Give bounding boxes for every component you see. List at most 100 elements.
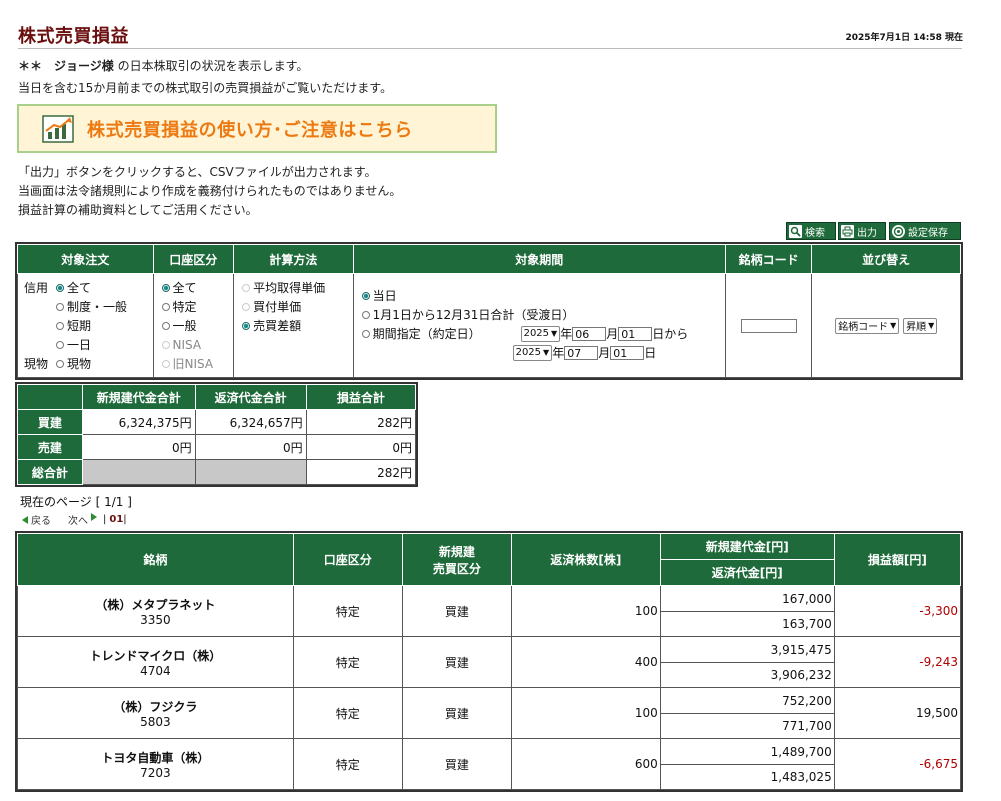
calc-option-avg: 平均取得単価 [242,278,352,297]
to-year-select[interactable]: 2025 ▼ [512,344,553,361]
calc-option-diff[interactable]: 売買差額 [242,316,352,335]
usage-guide-link[interactable]: 株式売買損益の使い方･ご注意はこちら [87,116,413,142]
col-header-type-line1: 新規建 [438,544,475,559]
page-link-01[interactable]: 01 [109,514,123,525]
period-option-today[interactable]: 当日 [361,286,725,305]
save-settings-button[interactable]: 設定保存 [889,222,961,240]
period-option-range[interactable]: 期間指定（約定日） 2025 ▼ 年 06 月 01 日から [361,324,725,343]
stock-code-input[interactable] [740,318,797,333]
calc-filter-cell: 平均取得単価 買付単価 売買差額 [233,273,354,378]
next-page-link[interactable]: 次へ [68,512,88,527]
period-option-year[interactable]: 1月1日から12月31日合計（受渡日） [361,305,725,324]
prev-arrow-icon [22,515,28,524]
col-header-repay-amount: 返済代金[円] [659,559,835,586]
stock-name: トレンドマイクロ（株） [89,648,222,663]
sort-field-select[interactable]: 銘柄コード ▼ [835,317,900,334]
from-day-input[interactable]: 01 [618,326,653,341]
radio-icon[interactable] [361,329,370,338]
stock-name-cell: （株）メタプラネット 3350 [17,585,294,637]
account-option-tokutei[interactable]: 特定 [161,297,234,316]
shinyo-label: 信用 [24,281,49,295]
order-option-genbutsu-label: 現物 [67,357,92,371]
order-option-genbutsu[interactable]: 現物 現物 [24,354,153,373]
new-amount-cell: 3,915,475 [659,636,835,663]
sort-filter-cell: 銘柄コード ▼ 昇順 ▼ [811,273,961,378]
note-line-1: 「出力」ボタンをクリックすると、CSVファイルが出力されます。 [18,165,377,179]
intro-user-text: の日本株取引の状況を表示します。 [117,59,309,73]
qty-cell: 600 [510,738,661,790]
order-option-seido-label: 制度・一般 [67,300,128,314]
radio-icon[interactable] [56,302,64,311]
radio-icon[interactable] [361,310,370,319]
filter-header-period: 対象期間 [352,244,726,274]
from-year-value: 2025 [523,328,550,339]
printer-icon [841,224,854,238]
chevron-down-icon: ▼ [928,321,935,330]
filter-header-sort: 並び替え [811,244,961,274]
account-cell: 特定 [292,687,403,739]
usage-guide-banner[interactable]: 株式売買損益の使い方･ご注意はこちら [17,104,497,153]
genbutsu-label: 現物 [24,357,49,371]
radio-icon[interactable] [56,359,64,368]
order-option-short[interactable]: 短期 [24,316,153,335]
account-cell: 特定 [292,585,403,637]
radio-icon[interactable] [361,291,370,300]
period-option-range-label: 期間指定（約定日） [372,327,481,341]
from-month-input[interactable]: 06 [572,326,607,341]
from-year-select[interactable]: 2025 ▼ [520,325,561,342]
table-row: トレンドマイクロ（株） 4704 特定 買建 400 3,915,475 -9,… [17,636,962,688]
radio-icon[interactable] [56,321,64,330]
unit-month: 月 [606,327,619,341]
repay-amount-cell: 163,700 [659,611,835,637]
col-header-new-amount: 新規建代金[円] [659,533,835,560]
radio-icon[interactable] [161,302,170,311]
repay-amount-cell: 1,483,025 [659,764,835,790]
repay-amount-cell: 771,700 [659,713,835,739]
filter-header-code: 銘柄コード [724,244,813,274]
unit-year: 年 [560,327,573,341]
stock-name: （株）メタプラネット [95,597,216,612]
sort-order-select[interactable]: 昇順 ▼ [903,317,938,334]
qty-cell: 100 [510,585,661,637]
summary-header-pl: 損益合計 [305,384,417,410]
order-option-day-label: 一日 [67,338,92,352]
account-option-all[interactable]: 全て [161,278,234,297]
radio-icon [161,340,170,349]
radio-icon[interactable] [161,283,170,292]
account-option-tokutei-label: 特定 [172,300,197,314]
account-option-nisa-label: NISA [172,337,202,352]
intro-line-user: ＊＊ ジョージ様 の日本株取引の状況を表示します。 [18,57,308,74]
radio-icon[interactable] [56,340,64,349]
radio-icon[interactable] [161,321,170,330]
prev-page-link[interactable]: 戻る [31,512,51,527]
stock-code: 4704 [140,663,171,678]
calc-option-diff-label: 売買差額 [253,319,302,333]
order-option-seido[interactable]: 制度・一般 [24,297,153,316]
radio-icon[interactable] [56,283,64,292]
details-table: 銘柄 口座区分 新規建 売買区分 返済株数[株] 新規建代金[円] 損益額[円]… [15,531,963,792]
trade-type-cell: 買建 [401,738,512,790]
order-option-all[interactable]: 信用 全て [24,278,153,297]
search-button[interactable]: 検索 [786,222,836,240]
account-option-nisa: NISA [161,335,234,354]
account-option-ippan[interactable]: 一般 [161,316,234,335]
to-month-input[interactable]: 07 [564,345,599,360]
col-header-type: 新規建 売買区分 [401,533,512,586]
order-option-day[interactable]: 一日 [24,335,153,354]
export-button[interactable]: 出力 [838,222,886,240]
stock-code: 5803 [140,714,171,729]
page-indicator: 現在のページ [ 1/1 ] [20,495,132,509]
to-day-input[interactable]: 01 [610,345,645,360]
radio-icon[interactable] [242,321,251,330]
search-icon [789,224,802,238]
account-filter-cell: 全て 特定 一般 NISA 旧NISA [152,273,235,378]
repay-amount-cell: 3,906,232 [659,662,835,688]
summary-pl-total: 0円 [305,434,417,460]
summary-new-total: 0円 [81,434,196,460]
trade-type-cell: 買建 [401,636,512,688]
account-cell: 特定 [292,738,403,790]
summary-row-label: 売建 [17,434,83,460]
summary-new-total: 6,324,375円 [81,409,196,435]
to-year-value: 2025 [515,347,542,358]
stock-name-cell: トヨタ自動車（株） 7203 [17,738,294,790]
